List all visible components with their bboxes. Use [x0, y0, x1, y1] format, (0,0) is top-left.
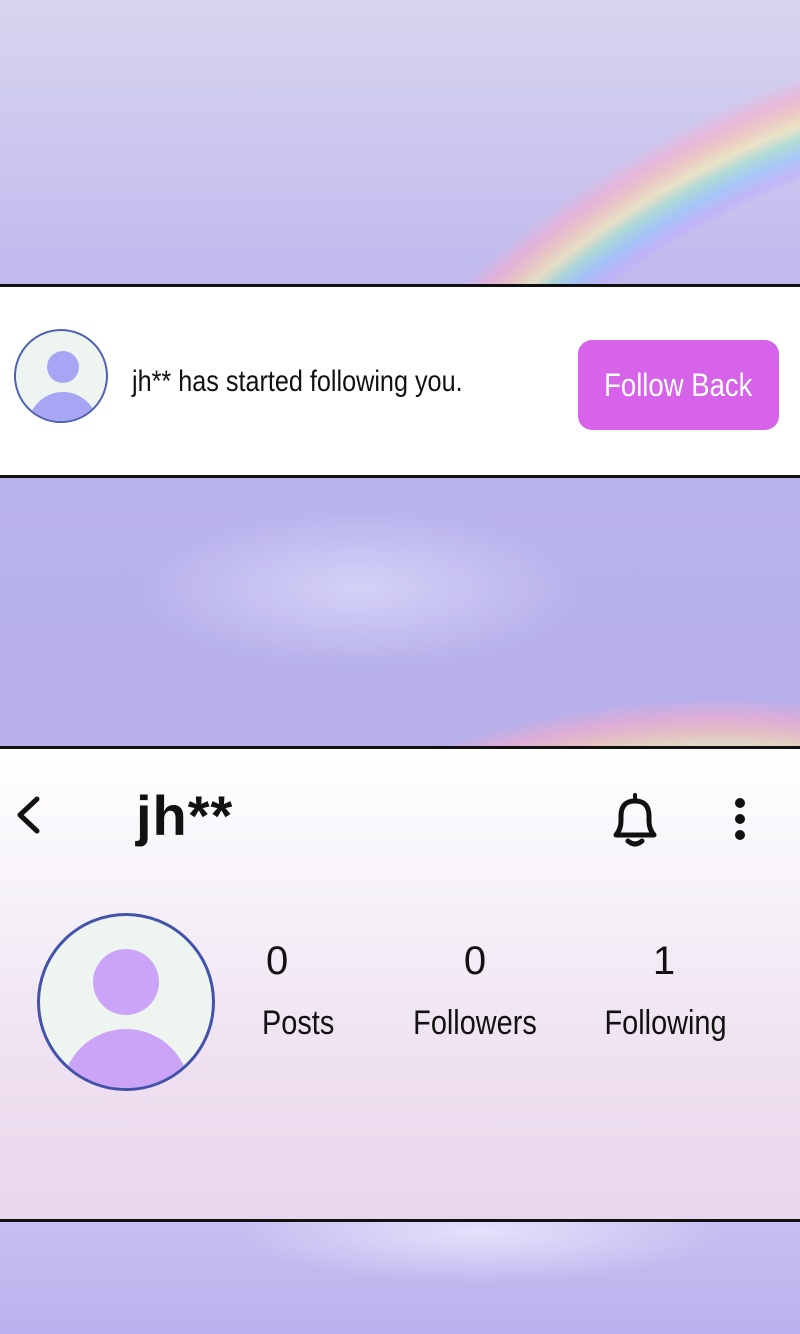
rainbow-sky-background-top	[0, 0, 800, 284]
rainbow-sky-background-middle	[0, 478, 800, 746]
avatar-head	[93, 949, 159, 1015]
follow-back-label: Follow Back	[604, 366, 753, 403]
bell-icon[interactable]	[606, 791, 664, 851]
profile-username: jh**	[136, 784, 234, 847]
followers-label: Followers	[413, 1004, 537, 1042]
user-avatar-icon	[14, 329, 108, 423]
posts-count: 0	[266, 939, 289, 983]
rainbow-sky-background-bottom	[0, 1222, 800, 1334]
profile-card: jh** 0 Posts 0 Followers 1 Following	[0, 746, 800, 1222]
more-vertical-icon[interactable]	[722, 795, 758, 845]
avatar-body	[28, 392, 98, 421]
notification-message: jh** has started following you.	[132, 365, 463, 398]
chevron-left-icon[interactable]	[10, 791, 46, 839]
avatar-head	[47, 351, 79, 383]
avatar-body	[62, 1029, 190, 1088]
profile-avatar-icon[interactable]	[37, 913, 215, 1091]
follow-notification-card: jh** has started following you. Follow B…	[0, 284, 800, 478]
following-count: 1	[652, 939, 676, 983]
following-label: Following	[604, 1004, 727, 1042]
stat-following[interactable]: 1 Following	[594, 939, 734, 1043]
follow-back-button[interactable]: Follow Back	[578, 340, 779, 430]
stat-posts[interactable]: 0 Posts	[262, 939, 352, 1043]
posts-label: Posts	[262, 1004, 335, 1042]
followers-count: 0	[463, 939, 487, 983]
stat-followers[interactable]: 0 Followers	[400, 939, 550, 1043]
